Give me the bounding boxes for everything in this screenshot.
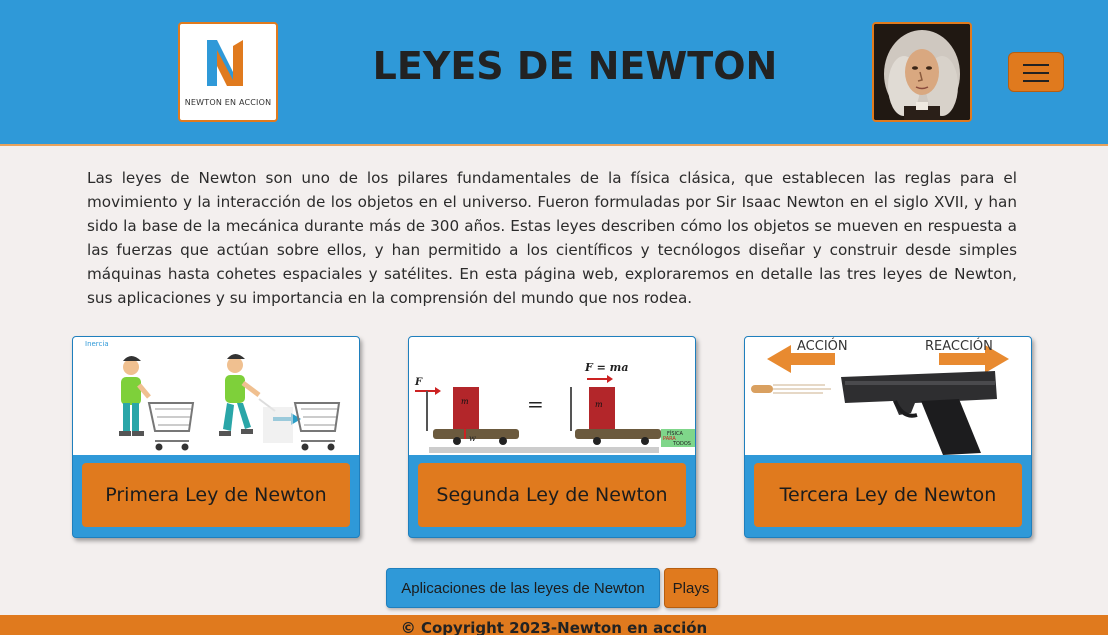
plays-button[interactable]: Plays: [664, 568, 718, 608]
badge-line-3: TODOS: [672, 441, 691, 447]
formula-label: F = ma: [584, 361, 628, 374]
inertia-caption: Inercia: [85, 340, 109, 348]
menu-toggle-button[interactable]: [1008, 52, 1064, 92]
action-label: ACCIÓN: [797, 338, 848, 354]
inertia-illustration: Inercia: [73, 337, 359, 455]
first-law-button[interactable]: Primera Ley de Newton: [82, 463, 350, 527]
mass-label-2: m: [595, 400, 603, 409]
hamburger-icon-bar: [1023, 80, 1049, 82]
second-law-button[interactable]: Segunda Ley de Newton: [418, 463, 686, 527]
site-header: NEWTON EN ACCION LEYES DE NEWTON: [0, 0, 1108, 146]
third-law-illustration: ACCIÓN REACCIÓN: [745, 337, 1031, 455]
force-label: F: [414, 377, 423, 388]
second-law-illustration: F m w = F = ma m FÍSICA PARA TODOS: [409, 337, 695, 455]
page-title: LEYES DE NEWTON: [372, 44, 778, 88]
card-third-law: ACCIÓN REACCIÓN Tercera Ley de Newton: [744, 336, 1032, 538]
hamburger-icon: [1023, 64, 1049, 66]
logo-text: NEWTON EN ACCION: [184, 98, 272, 107]
weight-label: w: [469, 434, 476, 443]
site-logo[interactable]: NEWTON EN ACCION: [178, 22, 278, 122]
applications-button[interactable]: Aplicaciones de las leyes de Newton: [386, 568, 660, 608]
n-logo-icon: [207, 40, 243, 86]
equals-sign: =: [527, 392, 544, 416]
site-footer: © Copyright 2023-Newton en acción: [0, 615, 1108, 635]
reaction-label: REACCIÓN: [925, 338, 993, 354]
newton-portrait: [872, 22, 972, 122]
copyright-text: © Copyright 2023-Newton en acción: [400, 619, 708, 635]
third-law-button[interactable]: Tercera Ley de Newton: [754, 463, 1022, 527]
intro-paragraph: Las leyes de Newton son uno de los pilar…: [87, 169, 1017, 307]
card-second-law: F m w = F = ma m FÍSICA PARA TODOS Segun…: [408, 336, 696, 538]
card-first-law: Inercia Primera Ley de Newton: [72, 336, 360, 538]
hamburger-icon-bar: [1023, 72, 1049, 74]
mass-label: m: [461, 397, 469, 406]
